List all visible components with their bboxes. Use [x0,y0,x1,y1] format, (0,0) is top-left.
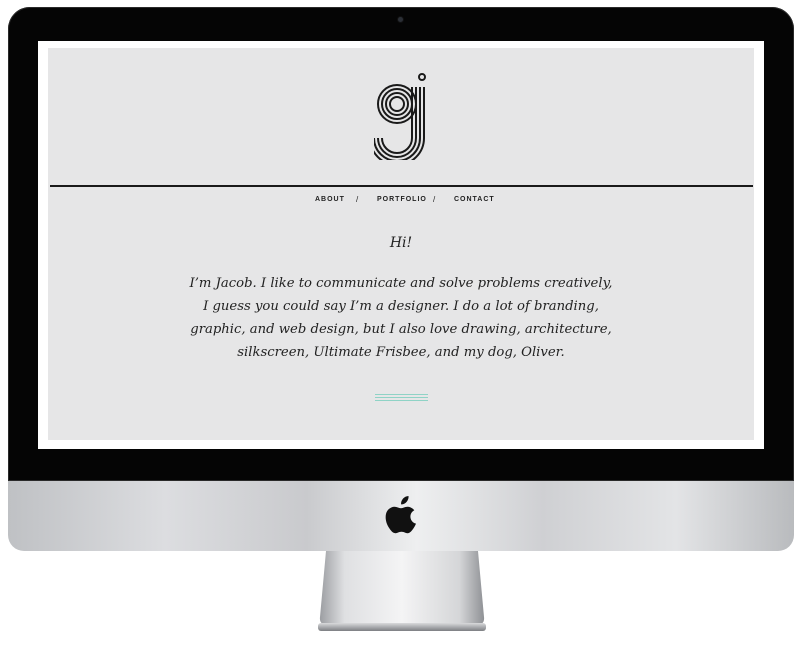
bio-line: I guess you could say I’m a designer. I … [203,299,599,314]
bio-paragraph: I’m Jacob. I like to communicate and sol… [168,272,634,364]
nav-separator: / [356,195,360,204]
apple-logo-icon [385,496,416,534]
accent-lines-divider [375,394,428,403]
camera-icon [398,17,403,22]
gj-monogram-icon[interactable] [374,70,434,160]
bio-line: I’m Jacob. I like to communicate and sol… [189,276,613,291]
greeting-heading: Hi! [389,235,413,251]
website-screen: About / Portfolio / Contact Hi! I’m Jaco… [48,48,754,440]
bio-line: graphic, and web design, but I also love… [190,322,612,337]
nav-about[interactable]: About [315,196,345,203]
header-divider [50,185,753,187]
bio-line: silkscreen, Ultimate Frisbee, and my dog… [237,345,565,360]
main-nav: About / Portfolio / Contact [48,195,754,210]
nav-contact[interactable]: Contact [454,196,495,203]
nav-portfolio[interactable]: Portfolio [377,196,427,203]
imac-stand [318,551,486,631]
nav-separator: / [433,195,437,204]
